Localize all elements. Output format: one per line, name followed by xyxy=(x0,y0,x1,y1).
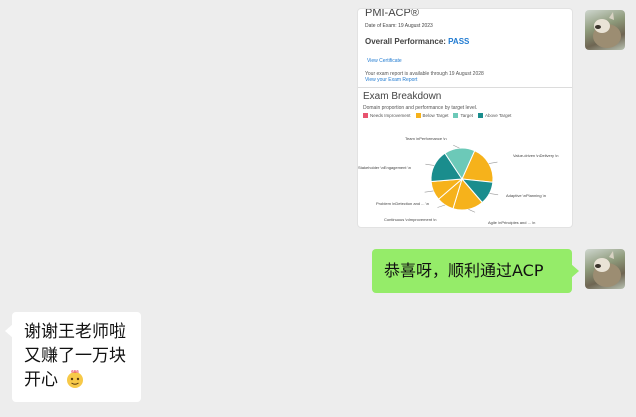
llama-avatar-icon xyxy=(593,251,621,287)
message-line-text: 开心 xyxy=(24,370,58,390)
pie-slice-label: Stakeholder \nEngagement \n xyxy=(358,165,411,170)
legend-item: Above Target xyxy=(477,113,512,118)
legend-label: Above Target xyxy=(484,113,512,118)
legend-item: Needs Improvement xyxy=(363,113,411,118)
avatar[interactable] xyxy=(585,10,625,50)
legend-label: Needs Improvement xyxy=(370,113,411,118)
divider xyxy=(358,87,572,88)
message-line-with-emoji: 开心 666 xyxy=(24,368,141,392)
svg-text:666: 666 xyxy=(72,369,80,374)
exam-report-card[interactable]: PMI-ACP® Date of Exam: 19 August 2023 Ov… xyxy=(357,8,573,228)
pie-slice-label: Problem \nDetection and ... \n xyxy=(376,201,429,206)
message-line: 又赚了一万块 xyxy=(24,346,126,366)
legend-swatch xyxy=(415,113,421,118)
pie-slice-label: Agile \nPrinciples and ... \n xyxy=(488,220,535,225)
overall-performance: Overall Performance: PASS xyxy=(365,37,469,46)
pie-chart: Value-driven \nDelivery \n Adaptive \nPla… xyxy=(358,136,559,225)
breakdown-title: Exam Breakdown xyxy=(363,91,442,102)
avatar[interactable] xyxy=(585,249,625,289)
pie-leader-line xyxy=(424,190,434,193)
view-report-link[interactable]: View your Exam Report xyxy=(365,77,417,83)
outgoing-message[interactable]: 恭喜呀，顺利通过ACP xyxy=(372,249,579,293)
pie-leader-line xyxy=(425,163,435,166)
pie-slice-label: Value-driven \nDelivery \n xyxy=(513,153,559,158)
pie-leader-line xyxy=(488,161,498,164)
pie-leader-line xyxy=(437,204,446,208)
legend-item: Target xyxy=(453,113,473,118)
pie-slice-label: Continuous \nImprovement \n xyxy=(384,217,436,222)
legend-swatch xyxy=(363,113,368,118)
message-line: 谢谢王老师啦 xyxy=(24,322,126,342)
pie-slice-label: Adaptive \nPlanning \n xyxy=(506,193,546,198)
legend-swatch xyxy=(453,113,459,118)
666-emoji-icon: 666 xyxy=(67,369,84,388)
exam-title: PMI-ACP® xyxy=(365,8,419,19)
legend-label: Target xyxy=(460,113,473,118)
legend-swatch xyxy=(477,113,483,118)
pie-leader-line xyxy=(468,209,476,213)
pie-leader-line xyxy=(489,193,499,196)
exam-date: Date of Exam: 19 August 2023 xyxy=(365,23,433,29)
pie-leader-line xyxy=(453,144,460,149)
breakdown-subtitle: Domain proportion and performance by tar… xyxy=(363,105,478,111)
pie-slice-label: Team \nPerformance \n xyxy=(405,136,447,141)
overall-label: Overall Performance: xyxy=(365,37,446,46)
pass-result: PASS xyxy=(448,37,470,46)
view-certificate-link[interactable]: View Certificate xyxy=(367,58,402,64)
chart-legend: Needs Improvement Below Target Target Ab… xyxy=(363,113,511,118)
incoming-message[interactable]: 谢谢王老师啦 又赚了一万块 开心 666 xyxy=(5,312,141,402)
llama-avatar-icon xyxy=(593,12,621,48)
legend-item: Below Target xyxy=(415,113,449,118)
legend-label: Below Target xyxy=(422,113,449,118)
